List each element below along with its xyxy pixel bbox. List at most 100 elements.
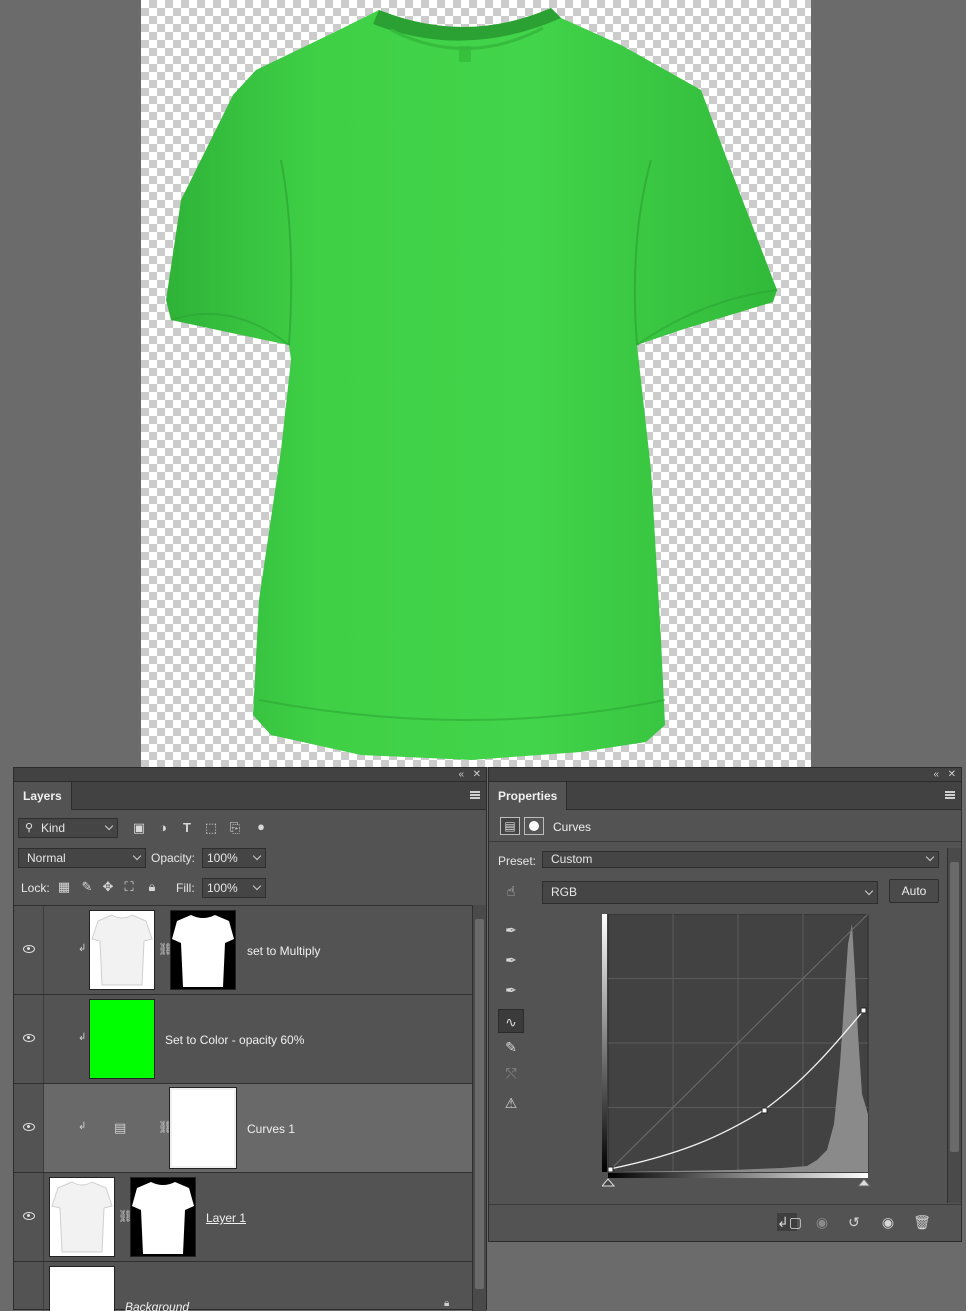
blend-mode-dropdown[interactable]: Normal: [18, 848, 146, 868]
panel-menu-icon[interactable]: [945, 791, 955, 799]
fill-value: 100%: [207, 881, 238, 895]
curve-edit-icon[interactable]: ∿: [498, 1009, 524, 1033]
clipping-arrow-icon: ↲: [78, 1121, 87, 1132]
adjustment-filter-icon[interactable]: ◑: [156, 821, 170, 835]
curves-adjustment-icon[interactable]: ▤: [114, 1120, 126, 1136]
view-previous-state-icon[interactable]: ◉: [812, 1213, 832, 1231]
layer-name[interactable]: set to Multiply: [247, 944, 320, 958]
lock-paint-icon[interactable]: ✎: [80, 880, 94, 894]
preset-value: Custom: [551, 852, 593, 866]
properties-tabrow: Properties: [489, 782, 961, 810]
type-filter-icon[interactable]: T: [180, 821, 194, 835]
reset-icon[interactable]: ↺: [844, 1213, 864, 1231]
layers-list: ↲ ⛓ set to Multiply ↲ Set to Color - opa…: [14, 905, 472, 1311]
opacity-field[interactable]: 100%: [202, 848, 266, 868]
lock-artboard-icon[interactable]: ⛶: [122, 880, 136, 894]
layer-mask-thumbnail[interactable]: [169, 1087, 237, 1169]
tshirt-thumbnail-icon: [91, 914, 153, 986]
white-slider-icon[interactable]: [856, 1178, 872, 1187]
layers-scrollbar[interactable]: [472, 905, 486, 1311]
lock-label: Lock:: [21, 881, 50, 895]
clip-to-layer-icon[interactable]: ↲▢: [777, 1213, 802, 1231]
visibility-toggle[interactable]: [14, 995, 44, 1083]
tab-properties[interactable]: Properties: [489, 782, 568, 810]
layer-thumbnail[interactable]: [89, 910, 155, 990]
mask-shape-icon: [172, 915, 234, 987]
pencil-icon[interactable]: ✎: [498, 1035, 524, 1059]
curve-point-black[interactable]: [607, 1166, 614, 1173]
layer-name[interactable]: Background: [125, 1300, 189, 1311]
layer-name[interactable]: Layer 1: [206, 1211, 246, 1225]
lock-position-icon[interactable]: ✥: [101, 880, 115, 894]
layer-thumbnail[interactable]: [49, 1177, 115, 1257]
tab-layers[interactable]: Layers: [14, 782, 72, 810]
close-icon[interactable]: ✕: [473, 768, 481, 781]
panel-menu-icon[interactable]: [470, 791, 480, 799]
eye-icon: [23, 945, 35, 953]
preset-dropdown[interactable]: Custom: [542, 851, 939, 868]
smart-object-filter-icon[interactable]: ⎘: [228, 821, 242, 835]
layer-thumbnail[interactable]: [49, 1266, 115, 1311]
visibility-toggle[interactable]: [14, 1173, 44, 1261]
preset-label: Preset:: [498, 854, 537, 868]
clipping-warning-icon[interactable]: ⚠: [498, 1091, 524, 1115]
fill-label: Fill:: [176, 881, 195, 895]
filter-toggle-icon[interactable]: ●: [254, 820, 268, 834]
blend-mode-value: Normal: [27, 851, 66, 865]
white-point-eyedropper-icon[interactable]: ✒: [498, 978, 524, 1002]
chevron-down-icon: [132, 851, 142, 861]
layer-mask-thumbnail[interactable]: [130, 1177, 196, 1257]
layer-name[interactable]: Set to Color - opacity 60%: [165, 1033, 304, 1047]
opacity-label: Opacity:: [151, 851, 196, 865]
lock-all-icon[interactable]: 🔒︎: [145, 880, 159, 894]
black-slider-icon[interactable]: [602, 1178, 616, 1187]
layer-mask-thumbnail[interactable]: [170, 910, 236, 990]
auto-button[interactable]: Auto: [889, 879, 939, 903]
smooth-icon[interactable]: ⤲: [498, 1061, 524, 1085]
scroll-thumb[interactable]: [950, 862, 959, 1152]
layer-row-selected[interactable]: ↲ ▤ ⛓ Curves 1: [14, 1084, 472, 1173]
mask-shape-icon: [132, 1182, 194, 1254]
gradient-bar-vertical: [602, 914, 607, 1172]
layer-row[interactable]: ⛓ Layer 1: [14, 1173, 472, 1262]
visibility-toggle[interactable]: [14, 1084, 44, 1172]
clipping-arrow-icon: ↲: [78, 1032, 87, 1043]
visibility-toggle[interactable]: [14, 1262, 44, 1311]
gray-point-eyedropper-icon[interactable]: ✒: [498, 948, 524, 972]
layer-row[interactable]: ↲ ⛓ set to Multiply: [14, 906, 472, 995]
layer-name[interactable]: Curves 1: [247, 1122, 295, 1136]
opacity-value: 100%: [207, 851, 238, 865]
visibility-eye-icon[interactable]: ◉: [878, 1213, 898, 1231]
black-point-eyedropper-icon[interactable]: ✒: [498, 918, 524, 942]
channel-value: RGB: [551, 885, 578, 899]
properties-scrollbar[interactable]: [947, 848, 961, 1203]
channel-dropdown[interactable]: RGB: [542, 881, 878, 904]
layer-row[interactable]: ↲ Set to Color - opacity 60%: [14, 995, 472, 1084]
clipping-arrow-icon: ↲: [78, 943, 87, 954]
trash-icon[interactable]: 🗑︎: [912, 1213, 932, 1231]
filter-kind-dropdown[interactable]: ⚲ Kind: [18, 818, 118, 838]
mask-icon[interactable]: [524, 817, 544, 835]
curve-point-mid[interactable]: [761, 1107, 768, 1114]
curves-icon[interactable]: ▤: [500, 817, 520, 835]
curve-point-top[interactable]: [860, 1007, 867, 1014]
eye-icon: [23, 1034, 35, 1042]
layer-thumbnail[interactable]: [89, 999, 155, 1079]
shape-filter-icon[interactable]: ⬚: [204, 821, 218, 835]
properties-panel: « ✕ Properties ▤ Curves Preset: Custom ☝…: [488, 767, 962, 1242]
curves-graph[interactable]: [602, 914, 877, 1194]
eye-icon: [23, 1212, 35, 1220]
properties-footer: ↲▢ ◉ ↺ ◉ 🗑︎: [489, 1204, 961, 1240]
collapse-icon[interactable]: «: [458, 768, 464, 781]
scroll-thumb[interactable]: [475, 919, 484, 1289]
document-canvas[interactable]: [141, 0, 811, 767]
on-image-adjust-icon[interactable]: ☝: [498, 879, 524, 903]
search-icon: ⚲: [25, 822, 34, 834]
lock-transparent-icon[interactable]: ▦: [57, 880, 71, 894]
close-icon[interactable]: ✕: [948, 768, 956, 781]
visibility-toggle[interactable]: [14, 906, 44, 994]
layer-row[interactable]: Background 🔒︎: [14, 1262, 472, 1311]
collapse-icon[interactable]: «: [933, 768, 939, 781]
fill-field[interactable]: 100%: [202, 878, 266, 898]
image-filter-icon[interactable]: ▣: [132, 821, 146, 835]
